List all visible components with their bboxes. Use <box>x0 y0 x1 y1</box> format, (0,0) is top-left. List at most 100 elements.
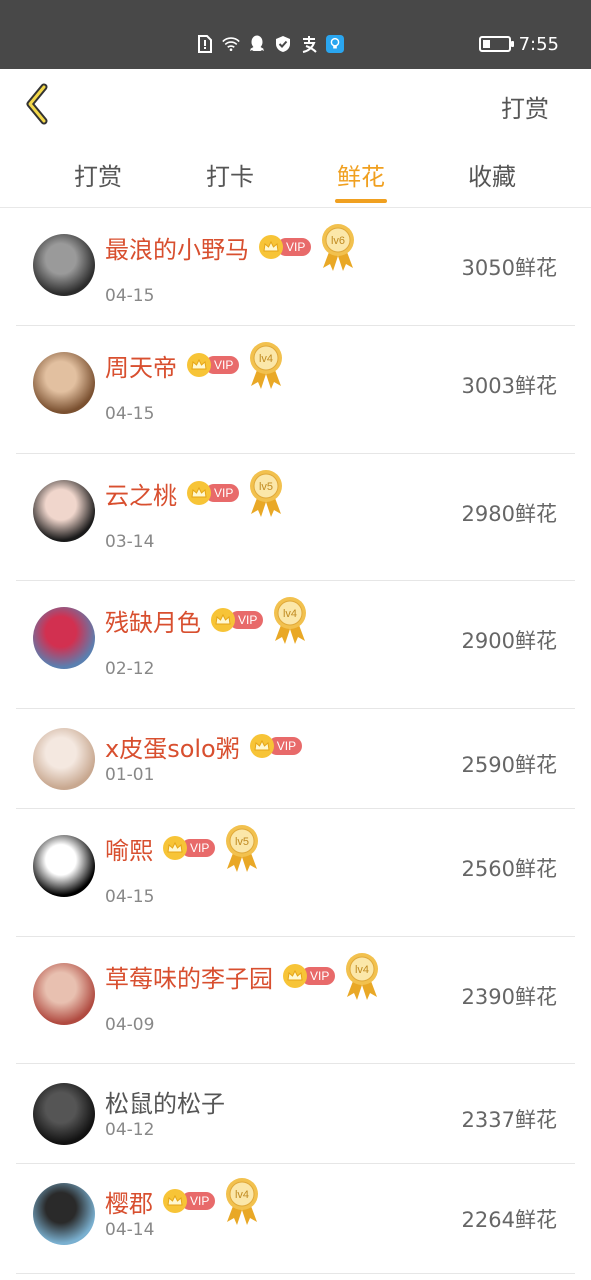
status-time: 7:55 <box>518 33 559 55</box>
list-item[interactable]: 樱郡 VIP lv4 04-14 2264鲜花 <box>16 1164 575 1274</box>
user-name-line: 云之桃 VIP lv5 <box>105 470 285 517</box>
list-item[interactable]: 松鼠的松子 04-12 2337鲜花 <box>16 1064 575 1164</box>
user-name[interactable]: 松鼠的松子 <box>105 1084 225 1119</box>
user-name[interactable]: 周天帝 <box>105 348 177 383</box>
tab-reward[interactable]: 打赏 <box>58 157 138 192</box>
level-medal-icon: lv6 <box>319 222 357 272</box>
gift-date: 03-14 <box>105 532 155 552</box>
user-avatar[interactable] <box>33 607 95 669</box>
sim-alert-icon <box>196 35 214 53</box>
flower-amount: 3050鲜花 <box>461 256 557 280</box>
user-avatar[interactable] <box>33 728 95 790</box>
bulb-app-icon <box>326 35 344 53</box>
list-item[interactable]: x皮蛋solo粥 VIP 01-01 2590鲜花 <box>16 709 575 809</box>
crown-icon <box>187 353 211 377</box>
tab-flowers[interactable]: 鲜花 <box>321 157 401 192</box>
medal-level-text: lv5 <box>259 481 273 493</box>
tab-bar: 打赏 打卡 鲜花 收藏 <box>0 139 591 208</box>
user-avatar[interactable] <box>33 234 95 296</box>
medal-level-text: lv6 <box>331 235 345 247</box>
vip-badge: VIP <box>259 235 312 259</box>
level-medal-icon: lv4 <box>223 1176 261 1226</box>
user-name[interactable]: x皮蛋solo粥 <box>105 729 240 764</box>
flower-amount: 2590鲜花 <box>461 753 557 777</box>
user-name[interactable]: 喻熙 <box>105 831 153 866</box>
user-name-line: 松鼠的松子 <box>105 1084 225 1118</box>
crown-icon <box>259 235 283 259</box>
vip-badge: VIP <box>187 481 240 505</box>
list-item[interactable]: 喻熙 VIP lv5 04-15 2560鲜花 <box>16 809 575 937</box>
gift-date: 04-15 <box>105 404 155 424</box>
list-item[interactable]: 最浪的小野马 VIP lv6 04-15 3050鲜花 <box>16 208 575 326</box>
tab-checkin[interactable]: 打卡 <box>190 157 270 192</box>
level-medal-icon: lv5 <box>247 468 285 518</box>
gift-date: 04-14 <box>105 1220 155 1240</box>
qq-icon <box>248 35 266 53</box>
user-avatar[interactable] <box>33 1183 95 1245</box>
active-tab-indicator <box>335 199 387 203</box>
user-avatar[interactable] <box>33 963 95 1025</box>
user-avatar[interactable] <box>33 1083 95 1145</box>
vip-badge: VIP <box>249 734 303 758</box>
medal-level-text: lv4 <box>355 964 369 976</box>
gift-date: 04-12 <box>105 1120 155 1140</box>
user-name[interactable]: 最浪的小野马 <box>105 230 249 265</box>
list-item[interactable]: 云之桃 VIP lv5 03-14 2980鲜花 <box>16 454 575 581</box>
status-icons <box>196 32 344 56</box>
crown-icon <box>211 608 235 632</box>
crown-icon <box>163 836 187 860</box>
user-name[interactable]: 残缺月色 <box>105 603 201 638</box>
vip-badge: VIP <box>283 964 336 988</box>
wifi-icon <box>222 35 240 53</box>
reward-action-button[interactable]: 打赏 <box>501 89 549 124</box>
battery-icon <box>478 36 514 52</box>
flower-ranking-list: 最浪的小野马 VIP lv6 04-15 3050鲜花周天帝 VIP lv4 04-15 300… <box>16 208 575 1274</box>
back-button[interactable] <box>22 83 56 125</box>
flower-amount: 2390鲜花 <box>461 985 557 1009</box>
level-medal-icon: lv4 <box>247 340 285 390</box>
crown-icon <box>249 734 274 758</box>
status-bar: 7:55 <box>0 0 591 69</box>
flower-amount: 2337鲜花 <box>461 1108 557 1132</box>
user-name[interactable]: 云之桃 <box>105 476 177 511</box>
flower-amount: 2980鲜花 <box>461 502 557 526</box>
medal-level-text: lv4 <box>235 1189 249 1201</box>
flower-amount: 2560鲜花 <box>461 857 557 881</box>
alipay-icon <box>300 35 318 53</box>
user-avatar[interactable] <box>33 835 95 897</box>
medal-level-text: lv5 <box>235 836 249 848</box>
list-item[interactable]: 残缺月色 VIP lv4 02-12 2900鲜花 <box>16 581 575 709</box>
gift-date: 04-15 <box>105 887 155 907</box>
shield-icon <box>274 35 292 53</box>
gift-date: 04-09 <box>105 1015 155 1035</box>
top-header: 打赏 <box>0 69 591 139</box>
user-name-line: 最浪的小野马 VIP lv6 <box>105 224 357 271</box>
battery-fill <box>482 40 490 48</box>
vip-badge: VIP <box>163 1189 216 1213</box>
user-avatar[interactable] <box>33 480 95 542</box>
user-name-line: 喻熙 VIP lv5 <box>105 825 261 872</box>
vip-badge: VIP <box>211 608 264 632</box>
user-name-line: x皮蛋solo粥 VIP <box>105 729 303 764</box>
level-medal-icon: lv4 <box>343 951 381 1001</box>
medal-level-text: lv4 <box>283 608 297 620</box>
chevron-left-icon <box>26 83 48 125</box>
status-right: 7:55 <box>478 30 559 58</box>
list-item[interactable]: 草莓味的李子园 VIP lv4 04-09 2390鲜花 <box>16 937 575 1064</box>
crown-icon <box>283 964 307 988</box>
crown-icon <box>163 1189 187 1213</box>
gift-date: 04-15 <box>105 286 155 306</box>
user-name[interactable]: 草莓味的李子园 <box>105 959 273 994</box>
tab-favorites[interactable]: 收藏 <box>452 157 532 192</box>
user-name-line: 残缺月色 VIP lv4 <box>105 597 309 644</box>
flower-amount: 2900鲜花 <box>461 629 557 653</box>
medal-level-text: lv4 <box>259 353 273 365</box>
list-item[interactable]: 周天帝 VIP lv4 04-15 3003鲜花 <box>16 326 575 454</box>
vip-badge: VIP <box>163 836 216 860</box>
user-avatar[interactable] <box>33 352 95 414</box>
user-name[interactable]: 樱郡 <box>105 1184 153 1219</box>
user-name-line: 草莓味的李子园 VIP lv4 <box>105 953 381 1000</box>
level-medal-icon: lv5 <box>223 823 261 873</box>
crown-icon <box>187 481 211 505</box>
flower-amount: 3003鲜花 <box>461 374 557 398</box>
